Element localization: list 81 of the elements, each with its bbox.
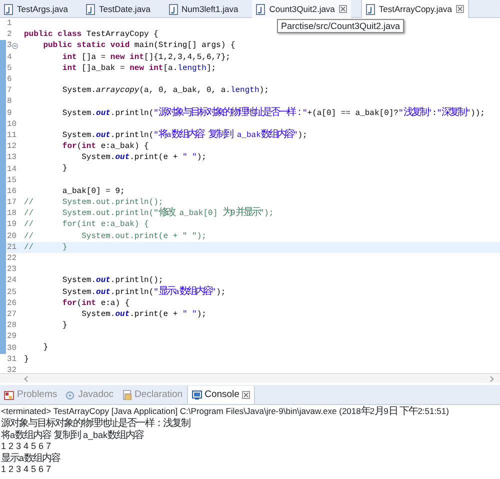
code-line: // System.out.print(e + " "); [24, 230, 206, 242]
console-output-line: 1 2 3 4 5 6 7 [0, 464, 52, 476]
line-number: 31 [7, 354, 17, 364]
line-number: 22 [7, 254, 17, 264]
file-icon [366, 4, 375, 14]
code-line: for(int e:a_bak) { [61, 141, 149, 152]
file-icon [4, 4, 13, 14]
line-number: 21 [7, 242, 17, 252]
line-number: 26 [7, 298, 17, 308]
console-icon [192, 390, 202, 400]
horizontal-scrollbar[interactable] [0, 373, 500, 383]
code-line: } [61, 320, 68, 332]
code-line: a_bak[0] = 9; [61, 186, 125, 198]
code-line: } [24, 354, 29, 365]
line-number: 3 [7, 41, 12, 50]
editor-tab[interactable]: Num3left1.java [164, 0, 242, 18]
line-number: 8 [7, 97, 12, 106]
editor-tab[interactable]: TestDate.java [82, 0, 155, 18]
code-line: // } [24, 242, 68, 253]
code-line: // System.out.println("修改 a_bak[0] 为9并显示"); [24, 208, 274, 220]
editor-tab[interactable]: Count3Quit2.java [252, 0, 351, 18]
editor-tab[interactable]: TestArgs.java [0, 0, 72, 18]
line-number: 19 [7, 220, 17, 230]
code-line: // System.out.println(); [24, 197, 164, 207]
line-number: 27 [7, 310, 17, 319]
code-line: System.out.println(); [61, 275, 164, 286]
scroll-left-icon [24, 376, 28, 382]
line-number: 32 [7, 366, 17, 373]
console-output-line: 源对象与目标对象的物理地址是否一样：浅复制 [0, 418, 192, 430]
line-number: 11 [7, 130, 17, 140]
line-number: 5 [7, 64, 12, 73]
editor-tab[interactable]: TestArrayCopy.java [360, 0, 469, 18]
collapse-icon[interactable] [12, 42, 18, 49]
code-line: System.out.println("显示a数组内容"); [61, 286, 226, 298]
javadoc-icon [65, 390, 76, 400]
code-line: int []a_bak = new int[a.length]; [61, 62, 216, 74]
line-number: 23 [7, 265, 17, 274]
console-header: <terminated> TestArrayCopy [Java Application] C:\Program Files\Java\jre-9\bin\javaw.exe (2018年2月9日 下午2:51:51) [0, 405, 450, 418]
line-number: 14 [7, 164, 17, 174]
code-line: System.out.println("源对象与目标对象的物理地址是否一样："+(a[0] == a_bak[0]?"浅复制":"深复制")); [61, 108, 485, 119]
file-icon [256, 4, 266, 14]
code-line: System.out.print(e + " "); [80, 152, 206, 164]
tooltip: Parctise/src/Count3Quit2.java [277, 19, 404, 33]
problems-icon [4, 390, 14, 400]
scroll-right-icon [490, 376, 494, 382]
line-number: 15 [7, 176, 17, 185]
line-number: 30 [7, 344, 17, 353]
console-output-line: 显示a数组内容 [0, 452, 62, 464]
code-line: for(int e:a) { [61, 298, 130, 309]
line-number: 18 [7, 209, 17, 218]
line-number: 12 [7, 142, 17, 152]
line-number: 24 [7, 276, 17, 286]
line-number: 9 [7, 108, 12, 118]
console-output-line: 1 2 3 4 5 6 7 [0, 441, 52, 452]
code-line: // for(int e:a_bak) { [24, 219, 149, 231]
line-number: 2 [7, 30, 12, 40]
line-number: 6 [7, 75, 12, 84]
declaration-icon [122, 390, 132, 400]
code-line: public class TestArrayCopy { [24, 29, 158, 40]
line-number: 17 [7, 198, 17, 208]
line-number: 4 [7, 52, 12, 62]
console-output-line: 将a数组内容 复制到 a_bak数组内容 [0, 430, 145, 442]
line-number: 16 [7, 186, 17, 196]
line-number: 28 [7, 321, 17, 330]
line-number: 1 [7, 19, 12, 28]
code-line: System.out.println("将a数组内容 复制到 a_bak数组内容"); [61, 130, 308, 142]
line-number: 29 [7, 332, 17, 342]
code-line: } [61, 163, 68, 175]
code-line: System.arraycopy(a, 0, a_bak, 0, a.length); [61, 85, 269, 96]
line-number: 25 [7, 288, 17, 297]
file-icon [86, 4, 96, 14]
line-number: 13 [7, 153, 17, 162]
view-tab[interactable]: Console [186, 386, 256, 404]
code-line: int []a = new int[]{1,2,3,4,5,6,7}; [61, 52, 230, 63]
line-number: 10 [7, 120, 17, 129]
code-line: } [42, 342, 48, 354]
code-line: public static void main(String[] args) { [42, 40, 236, 52]
file-icon [168, 4, 178, 14]
line-number: 7 [7, 86, 12, 96]
line-number: 20 [7, 232, 17, 241]
code-line: System.out.print(e + " "); [80, 308, 206, 320]
